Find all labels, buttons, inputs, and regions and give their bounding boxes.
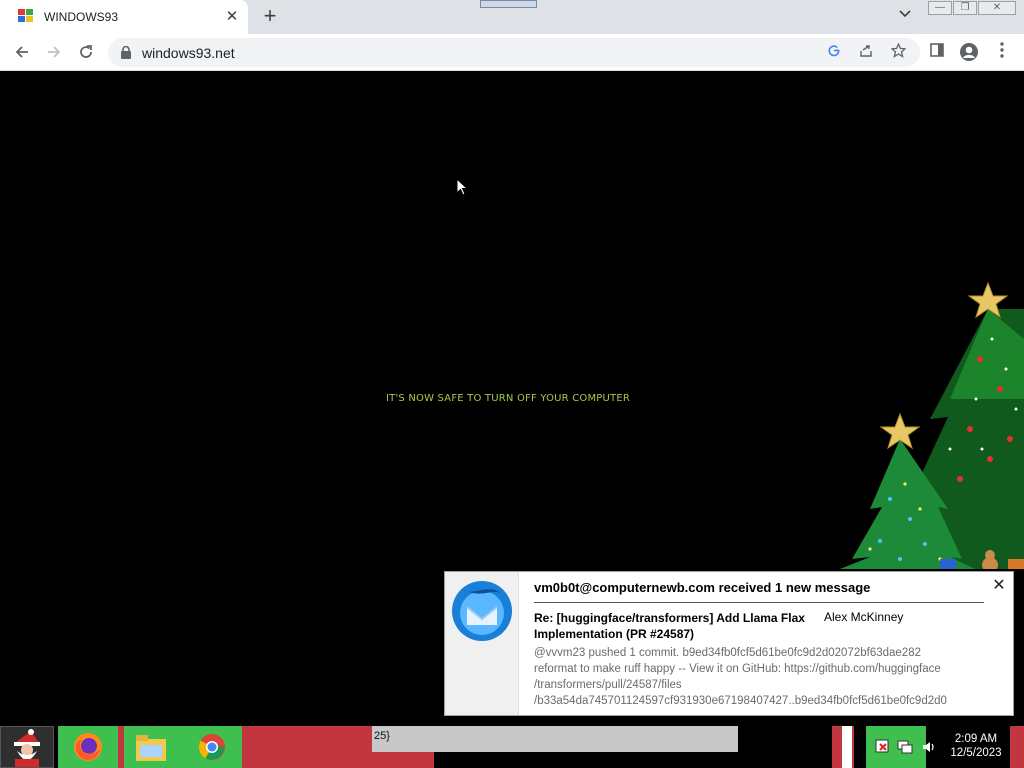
taskbar-address-field[interactable]: 25} bbox=[372, 726, 738, 752]
new-tab-button[interactable]: + bbox=[258, 5, 282, 29]
menu-kebab-icon[interactable] bbox=[991, 42, 1013, 64]
folder-icon bbox=[136, 735, 166, 761]
mouse-cursor-icon bbox=[456, 177, 469, 201]
address-bar[interactable]: windows93.net bbox=[108, 38, 920, 67]
taskbar-tray-slot[interactable] bbox=[832, 726, 854, 768]
system-tray[interactable] bbox=[866, 726, 926, 768]
notification-close-icon[interactable]: ✕ bbox=[991, 578, 1007, 594]
side-panel-icon[interactable] bbox=[926, 42, 948, 64]
close-window-button[interactable]: ✕ bbox=[978, 1, 1016, 15]
bookmark-star-icon[interactable] bbox=[888, 42, 908, 63]
clock-date: 12/5/2023 bbox=[950, 747, 1002, 759]
firefox-icon bbox=[74, 733, 102, 761]
taskbar: 25} 2:09 AM 12/5/2023 bbox=[0, 726, 1024, 768]
tab-search-icon[interactable] bbox=[894, 7, 916, 27]
flag-warning-icon[interactable] bbox=[874, 739, 892, 755]
windows93-favicon-icon bbox=[18, 9, 36, 25]
message-preview-line: /transformers/pull/24587/files bbox=[534, 679, 682, 691]
start-button[interactable] bbox=[0, 726, 54, 768]
system-clock[interactable]: 2:09 AM 12/5/2023 bbox=[944, 732, 1008, 760]
volume-icon[interactable] bbox=[920, 726, 938, 768]
message-subject[interactable]: Re: [huggingface/transformers] Add Llama… bbox=[534, 610, 814, 642]
tab-close-icon[interactable]: ✕ bbox=[222, 7, 242, 27]
notification-icon-pane bbox=[445, 572, 519, 715]
tab-strip: WINDOWS93 ✕ + — ❐ ✕ bbox=[0, 0, 1024, 34]
minimize-button[interactable]: — bbox=[928, 1, 952, 15]
chrome-icon bbox=[198, 734, 225, 760]
message-preview-line: /b33a54da745701124597cf931930e6719840742… bbox=[534, 695, 947, 707]
taskbar-chrome[interactable] bbox=[182, 726, 242, 768]
back-button[interactable] bbox=[8, 38, 36, 66]
restore-button[interactable]: ❐ bbox=[953, 1, 977, 15]
window-drag-handle[interactable] bbox=[480, 0, 537, 8]
message-preview-line: reformat to make ruff happy -- View it o… bbox=[534, 663, 941, 675]
lock-icon[interactable] bbox=[120, 45, 132, 59]
notification-divider bbox=[534, 602, 984, 603]
share-icon[interactable] bbox=[856, 43, 876, 63]
reload-button[interactable] bbox=[72, 38, 100, 66]
google-icon[interactable] bbox=[824, 43, 844, 63]
notification-header: vm0b0t@computernewb.com received 1 new m… bbox=[534, 580, 871, 595]
message-sender: Alex McKinney bbox=[824, 610, 904, 624]
santa-icon bbox=[14, 729, 40, 767]
forward-button[interactable] bbox=[40, 38, 68, 66]
message-preview-line: @vvvm23 pushed 1 commit. b9ed34fb0fcf5d6… bbox=[534, 647, 921, 659]
thunderbird-icon bbox=[452, 581, 512, 641]
taskbar-empty-slot[interactable] bbox=[242, 726, 372, 768]
browser-tab[interactable]: WINDOWS93 ✕ bbox=[0, 0, 248, 34]
shutdown-message: IT'S NOW SAFE TO TURN OFF YOUR COMPUTER bbox=[386, 393, 631, 404]
taskbar-file-explorer[interactable] bbox=[124, 726, 182, 768]
taskbar-firefox[interactable] bbox=[58, 726, 118, 768]
show-desktop-button[interactable] bbox=[1010, 726, 1024, 768]
mail-notification[interactable]: vm0b0t@computernewb.com received 1 new m… bbox=[444, 571, 1014, 716]
tab-title: WINDOWS93 bbox=[44, 10, 119, 24]
message-preview[interactable]: @vvvm23 pushed 1 commit. b9ed34fb0fcf5d6… bbox=[534, 645, 994, 709]
network-icon[interactable] bbox=[896, 739, 914, 755]
clock-time: 2:09 AM bbox=[954, 733, 998, 745]
profile-avatar-icon[interactable] bbox=[958, 42, 980, 64]
browser-toolbar: windows93.net bbox=[0, 34, 1024, 71]
url-text[interactable]: windows93.net bbox=[142, 45, 235, 61]
christmas-trees-decoration bbox=[840, 281, 1024, 569]
